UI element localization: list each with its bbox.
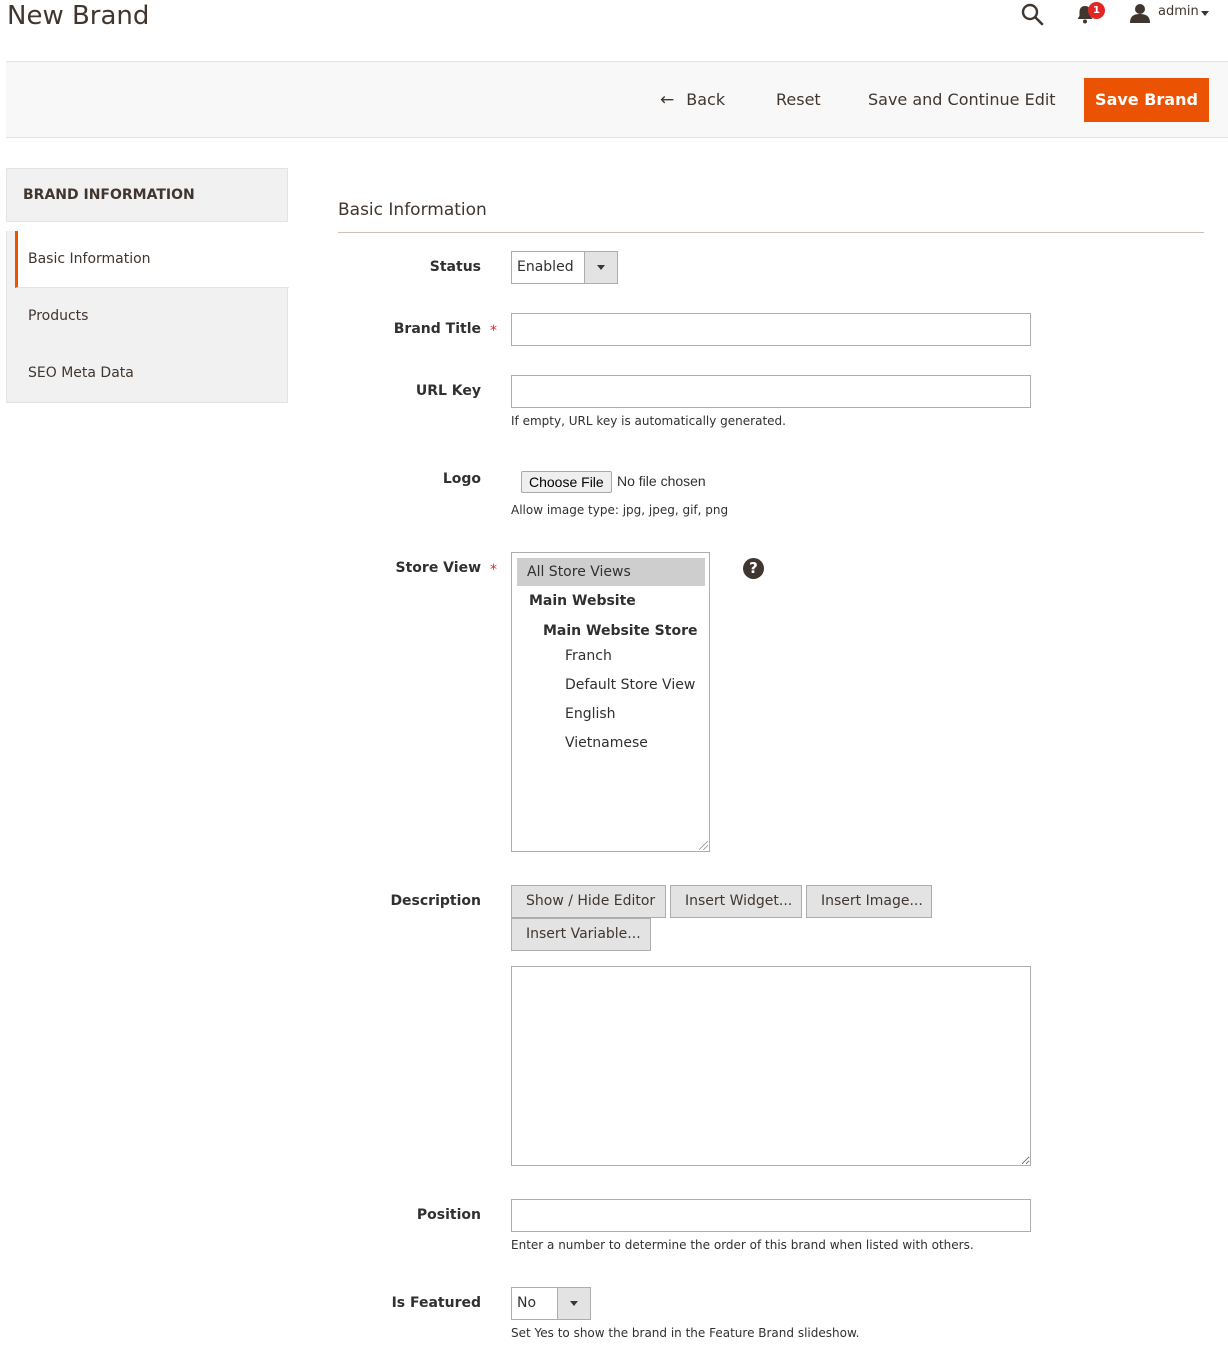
insert-variable-button[interactable]: Insert Variable...: [511, 918, 651, 951]
required-asterisk: *: [490, 323, 497, 339]
page-title: New Brand: [7, 1, 150, 31]
url-key-label: URL Key: [415, 383, 481, 399]
back-label: Back: [686, 90, 726, 109]
description-label: Description: [390, 893, 481, 909]
url-key-input[interactable]: [511, 375, 1031, 408]
file-status-text: No file chosen: [617, 473, 706, 489]
dropdown-arrow-icon: [584, 252, 617, 283]
sidebar-tabs: Basic Information Products SEO Meta Data: [6, 231, 289, 403]
sidebar-title: BRAND INFORMATION: [6, 168, 288, 222]
resize-handle-icon[interactable]: [699, 841, 708, 850]
position-label: Position: [416, 1207, 481, 1223]
sidebar-item-basic-information[interactable]: Basic Information: [15, 231, 289, 288]
section-divider: [338, 232, 1204, 233]
status-label: Status: [429, 259, 481, 275]
is-featured-select[interactable]: No: [511, 1287, 591, 1320]
store-view-multiselect[interactable]: All Store Views Main Website Main Websit…: [511, 552, 710, 852]
is-featured-value: No: [517, 1295, 537, 1311]
position-note: Enter a number to determine the order of…: [511, 1238, 974, 1252]
description-textarea[interactable]: [511, 966, 1031, 1166]
insert-image-button[interactable]: Insert Image...: [806, 885, 932, 918]
brand-title-input[interactable]: [511, 313, 1031, 346]
save-brand-button[interactable]: Save Brand: [1084, 78, 1209, 122]
position-input[interactable]: [511, 1199, 1031, 1232]
status-select[interactable]: Enabled: [511, 251, 618, 284]
store-view-option[interactable]: English: [565, 706, 616, 722]
back-button[interactable]: ← Back: [660, 78, 725, 122]
reset-button[interactable]: Reset: [776, 78, 821, 122]
dropdown-arrow-icon: [557, 1288, 590, 1319]
show-hide-editor-button[interactable]: Show / Hide Editor: [511, 885, 666, 918]
save-and-continue-button[interactable]: Save and Continue Edit: [868, 78, 1056, 122]
is-featured-label: Is Featured: [391, 1295, 481, 1311]
store-view-label: Store View: [395, 560, 481, 576]
store-view-option[interactable]: All Store Views: [517, 558, 705, 586]
arrow-left-icon: ←: [660, 90, 675, 110]
store-view-option[interactable]: Default Store View: [565, 677, 695, 693]
chevron-down-icon[interactable]: [1201, 11, 1209, 16]
logo-label: Logo: [442, 471, 481, 487]
url-key-note: If empty, URL key is automatically gener…: [511, 414, 786, 428]
choose-file-button[interactable]: Choose File: [521, 471, 612, 493]
help-icon[interactable]: ?: [743, 558, 764, 579]
store-view-optgroup-store: Main Website Store: [543, 623, 698, 639]
store-view-option[interactable]: Franch: [565, 648, 612, 664]
brand-title-label: Brand Title: [393, 321, 481, 337]
status-value: Enabled: [517, 259, 574, 275]
insert-widget-button[interactable]: Insert Widget...: [670, 885, 802, 918]
required-asterisk: *: [490, 562, 497, 578]
section-title: Basic Information: [338, 200, 487, 220]
search-icon[interactable]: [1020, 2, 1044, 26]
store-view-optgroup-website: Main Website: [529, 593, 636, 609]
user-menu[interactable]: admin: [1158, 4, 1199, 19]
sidebar-item-seo-meta-data[interactable]: SEO Meta Data: [7, 345, 287, 402]
user-icon[interactable]: [1129, 3, 1151, 23]
is-featured-note: Set Yes to show the brand in the Feature…: [511, 1326, 860, 1340]
sidebar: BRAND INFORMATION Basic Information Prod…: [6, 168, 289, 403]
store-view-option[interactable]: Vietnamese: [565, 735, 648, 751]
notification-count-badge[interactable]: 1: [1088, 2, 1105, 19]
logo-note: Allow image type: jpg, jpeg, gif, png: [511, 503, 729, 517]
sidebar-item-products[interactable]: Products: [7, 288, 287, 345]
page-actions-bar: ← Back Reset Save and Continue Edit Save …: [6, 61, 1228, 138]
